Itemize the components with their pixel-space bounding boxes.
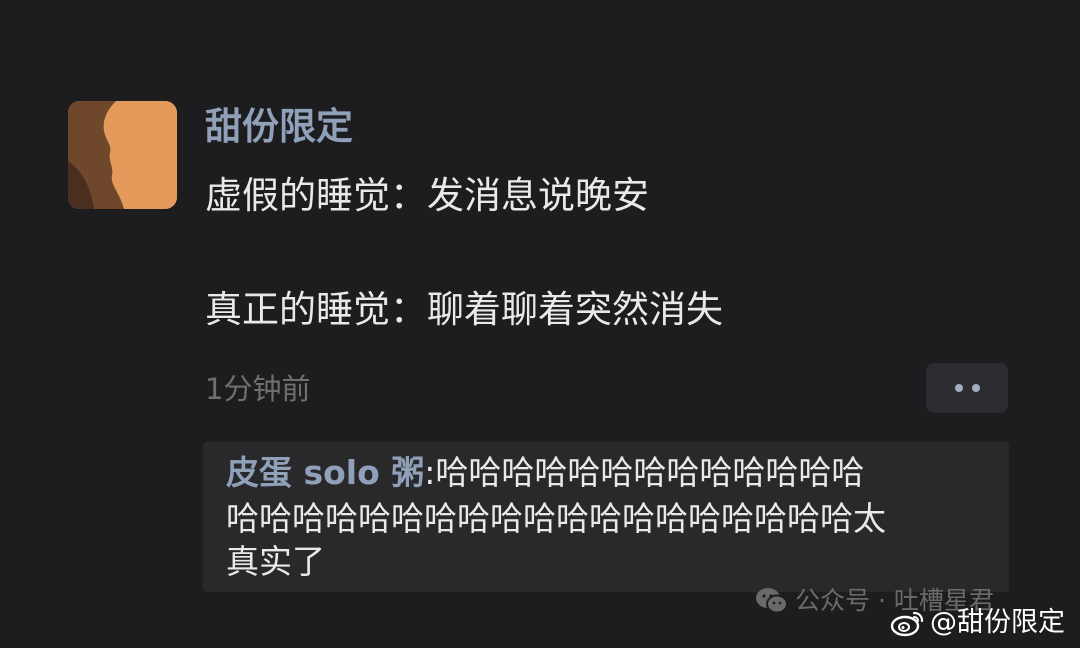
username[interactable]: 甜份限定 [205,104,353,150]
comment-line-1: 皮蛋 solo 粥:哈哈哈哈哈哈哈哈哈哈哈哈哈 [226,453,864,493]
weibo-watermark-text: @甜份限定 [930,607,1065,638]
comment-separator: : [424,453,436,492]
message-line-1: 虚假的睡觉：发消息说晚安 [205,174,649,217]
avatar-silhouette [68,101,177,209]
comment-line-3: 真实了 [226,542,325,581]
avatar[interactable] [68,101,177,209]
more-dots-icon [954,384,963,392]
weibo-watermark: @甜份限定 [890,607,1065,639]
message-line-2: 真正的睡觉：聊着聊着突然消失 [205,288,723,331]
more-button[interactable] [926,363,1008,413]
timestamp: 1分钟前 [205,372,311,406]
comment-box[interactable]: 皮蛋 solo 粥:哈哈哈哈哈哈哈哈哈哈哈哈哈 哈哈哈哈哈哈哈哈哈哈哈哈哈哈哈哈… [203,442,1009,592]
more-dots-icon [971,384,980,392]
comment-line-2: 哈哈哈哈哈哈哈哈哈哈哈哈哈哈哈哈哈哈哈太 [226,499,886,538]
comment-author[interactable]: 皮蛋 solo 粥 [226,453,424,492]
weibo-icon [890,611,924,637]
wechat-icon [756,588,788,614]
comment-text: 哈哈哈哈哈哈哈哈哈哈哈哈哈 [435,453,865,492]
